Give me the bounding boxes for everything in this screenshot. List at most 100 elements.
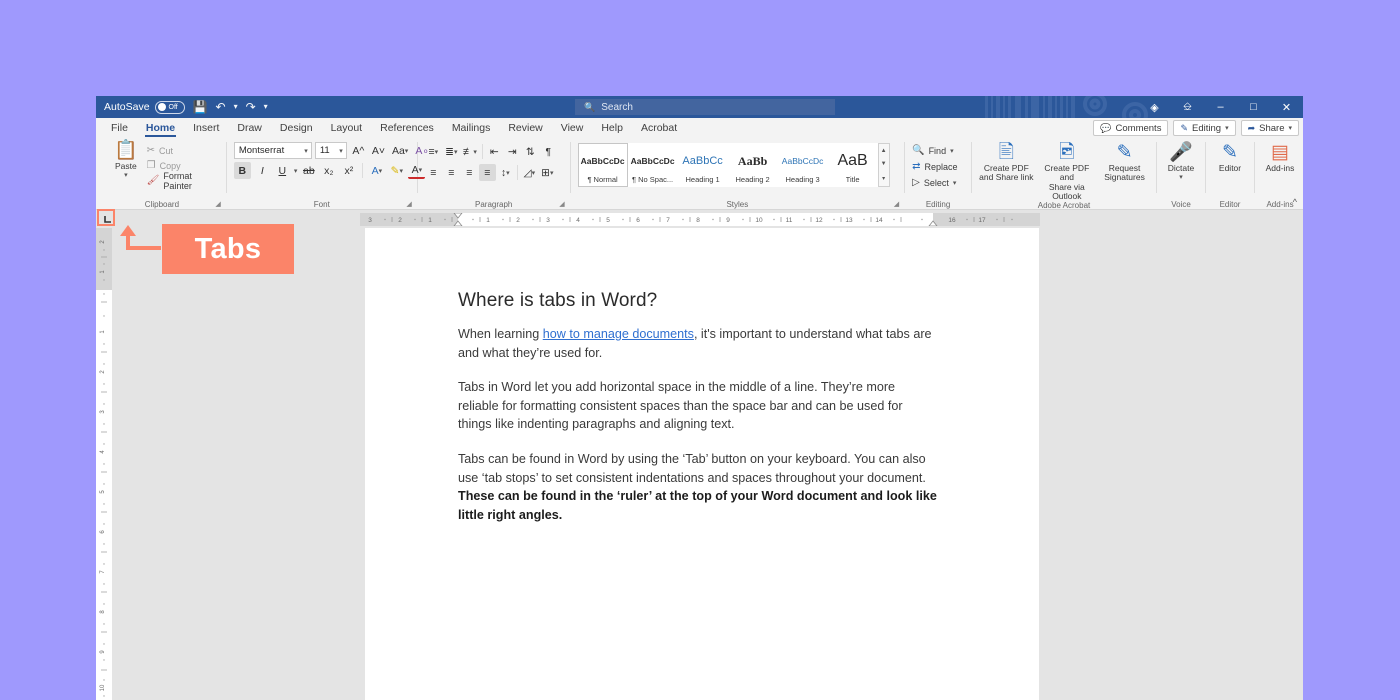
chevron-down-icon[interactable]: ▾ bbox=[294, 167, 298, 175]
tab-design[interactable]: Design bbox=[271, 118, 322, 138]
autosave-toggle[interactable]: Off bbox=[155, 101, 185, 114]
style-heading-3[interactable]: AaBbCcDc Heading 3 bbox=[778, 143, 828, 187]
text-highlight-color-icon[interactable]: ✎▾ bbox=[388, 162, 405, 179]
change-case-icon[interactable]: Aa▾ bbox=[390, 142, 410, 159]
tab-draw[interactable]: Draw bbox=[228, 118, 271, 138]
styles-more-icon[interactable]: ▾ bbox=[882, 175, 885, 182]
decrease-indent-icon[interactable]: ⇤ bbox=[486, 143, 503, 160]
tab-mailings[interactable]: Mailings bbox=[443, 118, 500, 138]
add-ins-button[interactable]: ▤ Add-ins bbox=[1262, 143, 1298, 173]
scroll-up-icon[interactable]: ▲ bbox=[881, 148, 887, 154]
bold-button[interactable]: B bbox=[234, 162, 251, 179]
comments-button[interactable]: 💬 Comments bbox=[1093, 120, 1168, 136]
font-name-input[interactable]: Montserrat ▾ bbox=[234, 142, 312, 159]
dialog-launcher-icon[interactable]: ◢ bbox=[894, 200, 899, 208]
superscript-button[interactable]: x² bbox=[340, 162, 357, 179]
italic-button[interactable]: I bbox=[254, 162, 271, 179]
font-size-input[interactable]: 11 ▾ bbox=[315, 142, 347, 159]
ribbon-display-options-icon[interactable]: ⎒ bbox=[1171, 96, 1204, 118]
chevron-down-icon: ▾ bbox=[124, 172, 128, 180]
editing-mode-button[interactable]: ✎ Editing ▾ bbox=[1173, 120, 1235, 136]
styles-gallery-scrollbar[interactable]: ▲ ▼ ▾ bbox=[878, 143, 890, 187]
autosave-control[interactable]: AutoSave Off bbox=[104, 101, 185, 114]
paragraph-1: When learning how to manage documents, i… bbox=[458, 325, 939, 362]
create-pdf-share-outlook-button[interactable]: 🖻 Create PDF and Share via Outlook bbox=[1038, 143, 1096, 201]
bullets-icon[interactable]: ≡▾ bbox=[425, 143, 442, 160]
search-box[interactable]: 🔍 Search bbox=[575, 99, 835, 115]
increase-indent-icon[interactable]: ⇥ bbox=[504, 143, 521, 160]
dictate-button[interactable]: 🎤 Dictate ▾ bbox=[1164, 143, 1198, 182]
style-heading-1[interactable]: AaBbCc Heading 1 bbox=[678, 143, 728, 187]
tab-acrobat[interactable]: Acrobat bbox=[632, 118, 686, 138]
restore-icon[interactable]: □ bbox=[1237, 96, 1270, 118]
align-left-icon[interactable]: ≡ bbox=[425, 164, 442, 181]
tab-references[interactable]: References bbox=[371, 118, 443, 138]
scroll-down-icon[interactable]: ▼ bbox=[881, 161, 887, 167]
document-content[interactable]: Where is tabs in Word? When learning how… bbox=[365, 228, 1039, 524]
style-title[interactable]: AaB Title bbox=[828, 143, 878, 187]
text-effects-icon[interactable]: A▾ bbox=[368, 162, 385, 179]
tab-insert[interactable]: Insert bbox=[184, 118, 228, 138]
redo-icon[interactable]: ↷ bbox=[246, 101, 256, 113]
dialog-launcher-icon[interactable]: ◢ bbox=[406, 200, 411, 208]
align-center-icon[interactable]: ≡ bbox=[443, 164, 460, 181]
document-page[interactable]: Where is tabs in Word? When learning how… bbox=[365, 228, 1039, 700]
collapse-ribbon-icon[interactable]: ^ bbox=[1293, 197, 1297, 207]
close-icon[interactable]: ✕ bbox=[1270, 96, 1303, 118]
horizontal-ruler[interactable]: 321 123 456 789 101112 1314 1617 bbox=[360, 213, 1040, 226]
style-heading-2[interactable]: AaBb Heading 2 bbox=[728, 143, 778, 187]
paste-button[interactable]: 📋 Paste ▾ bbox=[105, 141, 147, 180]
divider bbox=[482, 144, 483, 159]
cut-button[interactable]: ✂ Cut bbox=[147, 143, 219, 158]
format-painter-button[interactable]: 🖌 Format Painter bbox=[147, 173, 219, 188]
tab-review[interactable]: Review bbox=[499, 118, 551, 138]
multilevel-list-icon[interactable]: ≢▾ bbox=[461, 143, 479, 160]
tab-home[interactable]: Home bbox=[137, 118, 184, 138]
find-button[interactable]: 🔍 Find ▾ bbox=[912, 143, 953, 158]
group-divider bbox=[1205, 142, 1206, 193]
editing-label-text: Editing bbox=[926, 200, 950, 209]
replace-button[interactable]: ⇄ Replace bbox=[912, 159, 957, 174]
svg-text:5: 5 bbox=[100, 490, 106, 494]
ribbon-group-paragraph: ≡▾ ≣▾ ≢▾ ⇤ ⇥ ⇅ ¶ ≡ ≡ ≡ ≡ ↕▾ ◿▾ bbox=[420, 138, 568, 210]
tab-layout[interactable]: Layout bbox=[322, 118, 372, 138]
numbering-icon[interactable]: ≣▾ bbox=[443, 143, 460, 160]
tab-view[interactable]: View bbox=[552, 118, 593, 138]
dialog-launcher-icon[interactable]: ◢ bbox=[215, 200, 220, 208]
style-preview: AaBbCcDc bbox=[779, 147, 827, 175]
borders-icon[interactable]: ⊞▾ bbox=[539, 164, 556, 181]
underline-button[interactable]: U bbox=[274, 162, 291, 179]
request-signatures-button[interactable]: ✎ Request Signatures bbox=[1100, 143, 1149, 183]
line-spacing-icon[interactable]: ↕▾ bbox=[497, 164, 514, 181]
manage-documents-link[interactable]: how to manage documents bbox=[543, 327, 694, 341]
vertical-ruler[interactable]: 2 1 1 2 3 4 5 6 7 8 9 10 11 bbox=[96, 228, 112, 700]
tab-file[interactable]: File bbox=[102, 118, 137, 138]
shrink-font-icon[interactable]: A˅ bbox=[370, 142, 387, 159]
share-button[interactable]: ➦ Share ▾ bbox=[1241, 120, 1299, 136]
tab-help[interactable]: Help bbox=[592, 118, 632, 138]
editor-button[interactable]: ✎ Editor bbox=[1213, 143, 1247, 173]
justify-icon[interactable]: ≡ bbox=[479, 164, 496, 181]
autosave-state: Off bbox=[169, 104, 178, 111]
select-button[interactable]: ▷ Select ▾ bbox=[912, 175, 956, 190]
minimize-icon[interactable]: – bbox=[1204, 96, 1237, 118]
paragraph-3-run-2-bold: These can be found in the ‘ruler’ at the… bbox=[458, 489, 937, 522]
create-pdf-share-link-button[interactable]: 🖹 Create PDF and Share link bbox=[979, 143, 1034, 183]
grow-font-icon[interactable]: A^ bbox=[350, 142, 367, 159]
quick-access-toolbar: AutoSave Off 💾 ↶ ▾ ↷ ▾ bbox=[96, 101, 268, 114]
word-application-window: AutoSave Off 💾 ↶ ▾ ↷ ▾ Document1 - Word … bbox=[96, 96, 1303, 700]
align-right-icon[interactable]: ≡ bbox=[461, 164, 478, 181]
account-diamond-icon[interactable]: ◈ bbox=[1138, 96, 1171, 118]
show-formatting-marks-icon[interactable]: ¶ bbox=[540, 143, 557, 160]
undo-caret-icon[interactable]: ▾ bbox=[234, 103, 238, 111]
shading-icon[interactable]: ◿▾ bbox=[521, 164, 538, 181]
dialog-launcher-icon[interactable]: ◢ bbox=[559, 200, 564, 208]
quick-access-more-icon[interactable]: ▾ bbox=[264, 103, 268, 111]
strikethrough-button[interactable]: ab bbox=[300, 162, 317, 179]
style-normal[interactable]: AaBbCcDc ¶ Normal bbox=[578, 143, 628, 187]
sort-icon[interactable]: ⇅ bbox=[522, 143, 539, 160]
subscript-button[interactable]: x₂ bbox=[320, 162, 337, 179]
style-no-spacing[interactable]: AaBbCcDc ¶ No Spac... bbox=[628, 143, 678, 187]
save-icon[interactable]: 💾 bbox=[193, 101, 208, 113]
undo-icon[interactable]: ↶ bbox=[216, 101, 226, 113]
